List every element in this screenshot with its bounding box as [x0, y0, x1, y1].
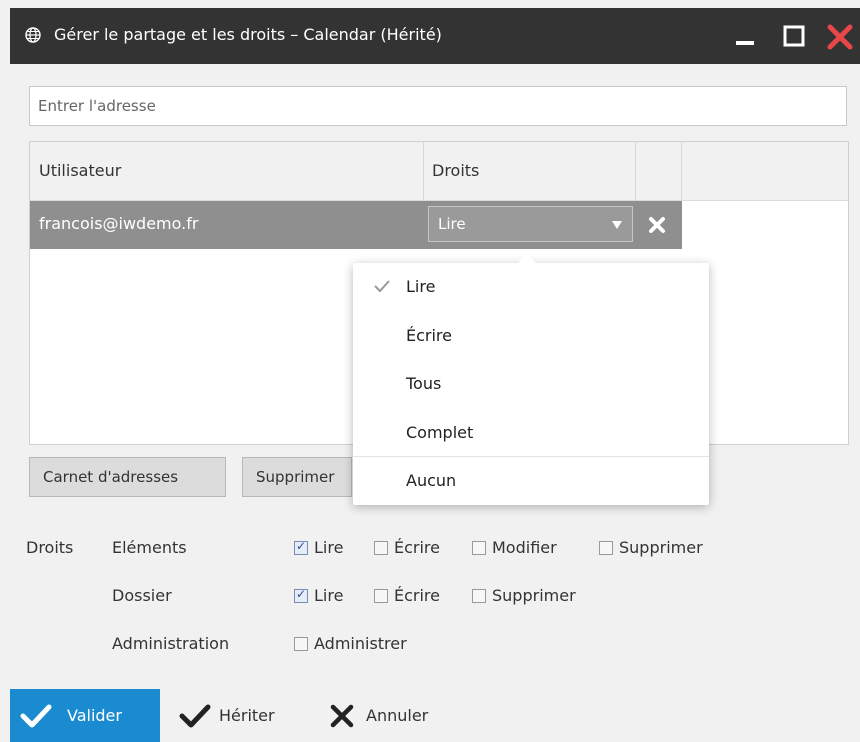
validate-button[interactable]: Valider — [10, 689, 160, 742]
rights-dropdown-menu: Lire Écrire Tous Complet Aucun — [353, 254, 709, 505]
administer-label: Administrer — [314, 634, 407, 653]
dropdown-option-label: Écrire — [406, 326, 452, 345]
dropdown-option-write[interactable]: Écrire — [353, 312, 709, 360]
rights-label: Droits — [26, 538, 74, 557]
administration-label: Administration — [112, 634, 230, 653]
column-header-user: Utilisateur — [39, 161, 122, 180]
elements-write-label: Écrire — [394, 538, 440, 557]
dropdown-option-label: Tous — [406, 374, 442, 393]
elements-label: Eléments — [112, 538, 187, 557]
minimize-icon[interactable] — [732, 22, 762, 52]
check-icon — [20, 704, 52, 728]
rights-select[interactable]: Lire — [428, 206, 633, 242]
check-icon — [374, 280, 390, 293]
window-title: Gérer le partage et les droits – Calenda… — [54, 25, 442, 44]
column-divider — [423, 142, 424, 200]
folder-write-label: Écrire — [394, 586, 440, 605]
elements-read-checkbox[interactable] — [294, 539, 308, 555]
dropdown-option-label: Lire — [406, 277, 436, 296]
cancel-label: Annuler — [366, 706, 429, 725]
dropdown-option-label: Complet — [406, 423, 474, 442]
elements-modify-checkbox[interactable] — [472, 541, 486, 555]
title-bar: Gérer le partage et les droits – Calenda… — [10, 8, 860, 64]
dropdown-option-complete[interactable]: Complet — [353, 409, 709, 457]
elements-modify-label: Modifier — [492, 538, 557, 557]
folder-label: Dossier — [112, 586, 172, 605]
elements-write-checkbox[interactable] — [374, 541, 388, 555]
column-divider — [681, 142, 682, 200]
dropdown-option-all[interactable]: Tous — [353, 360, 709, 408]
remove-user-icon[interactable] — [643, 211, 671, 239]
dropdown-option-label: Aucun — [406, 471, 457, 490]
elements-read-label: Lire — [314, 538, 344, 557]
inherit-button[interactable]: Hériter — [171, 689, 291, 742]
address-book-button[interactable]: Carnet d'adresses — [29, 457, 226, 497]
elements-delete-checkbox[interactable] — [599, 541, 613, 555]
cancel-button[interactable]: Annuler — [322, 689, 462, 742]
globe-icon — [25, 27, 41, 43]
administer-checkbox[interactable] — [294, 637, 308, 651]
check-icon — [179, 704, 211, 728]
column-header-rights: Droits — [432, 161, 480, 180]
caret-down-icon — [612, 221, 622, 229]
rights-select-value: Lire — [438, 215, 466, 233]
user-email: francois@iwdemo.fr — [39, 214, 199, 233]
table-header: Utilisateur Droits — [30, 142, 848, 201]
delete-button[interactable]: Supprimer — [242, 457, 352, 497]
folder-delete-checkbox[interactable] — [472, 589, 486, 603]
inherit-label: Hériter — [219, 706, 275, 725]
dropdown-option-read[interactable]: Lire — [353, 263, 709, 311]
column-divider — [635, 142, 636, 200]
close-icon[interactable] — [825, 22, 855, 52]
cross-icon — [330, 704, 354, 728]
elements-delete-label: Supprimer — [619, 538, 703, 557]
folder-delete-label: Supprimer — [492, 586, 576, 605]
footer-bar: Valider Hériter Annuler — [10, 689, 860, 742]
folder-read-checkbox[interactable] — [294, 587, 308, 603]
table-row[interactable]: francois@iwdemo.fr Lire — [30, 201, 682, 249]
address-input[interactable] — [29, 86, 847, 126]
dropdown-option-none[interactable]: Aucun — [353, 457, 709, 505]
maximize-icon[interactable] — [780, 22, 810, 52]
folder-write-checkbox[interactable] — [374, 589, 388, 603]
folder-read-label: Lire — [314, 586, 344, 605]
validate-label: Valider — [67, 706, 122, 725]
